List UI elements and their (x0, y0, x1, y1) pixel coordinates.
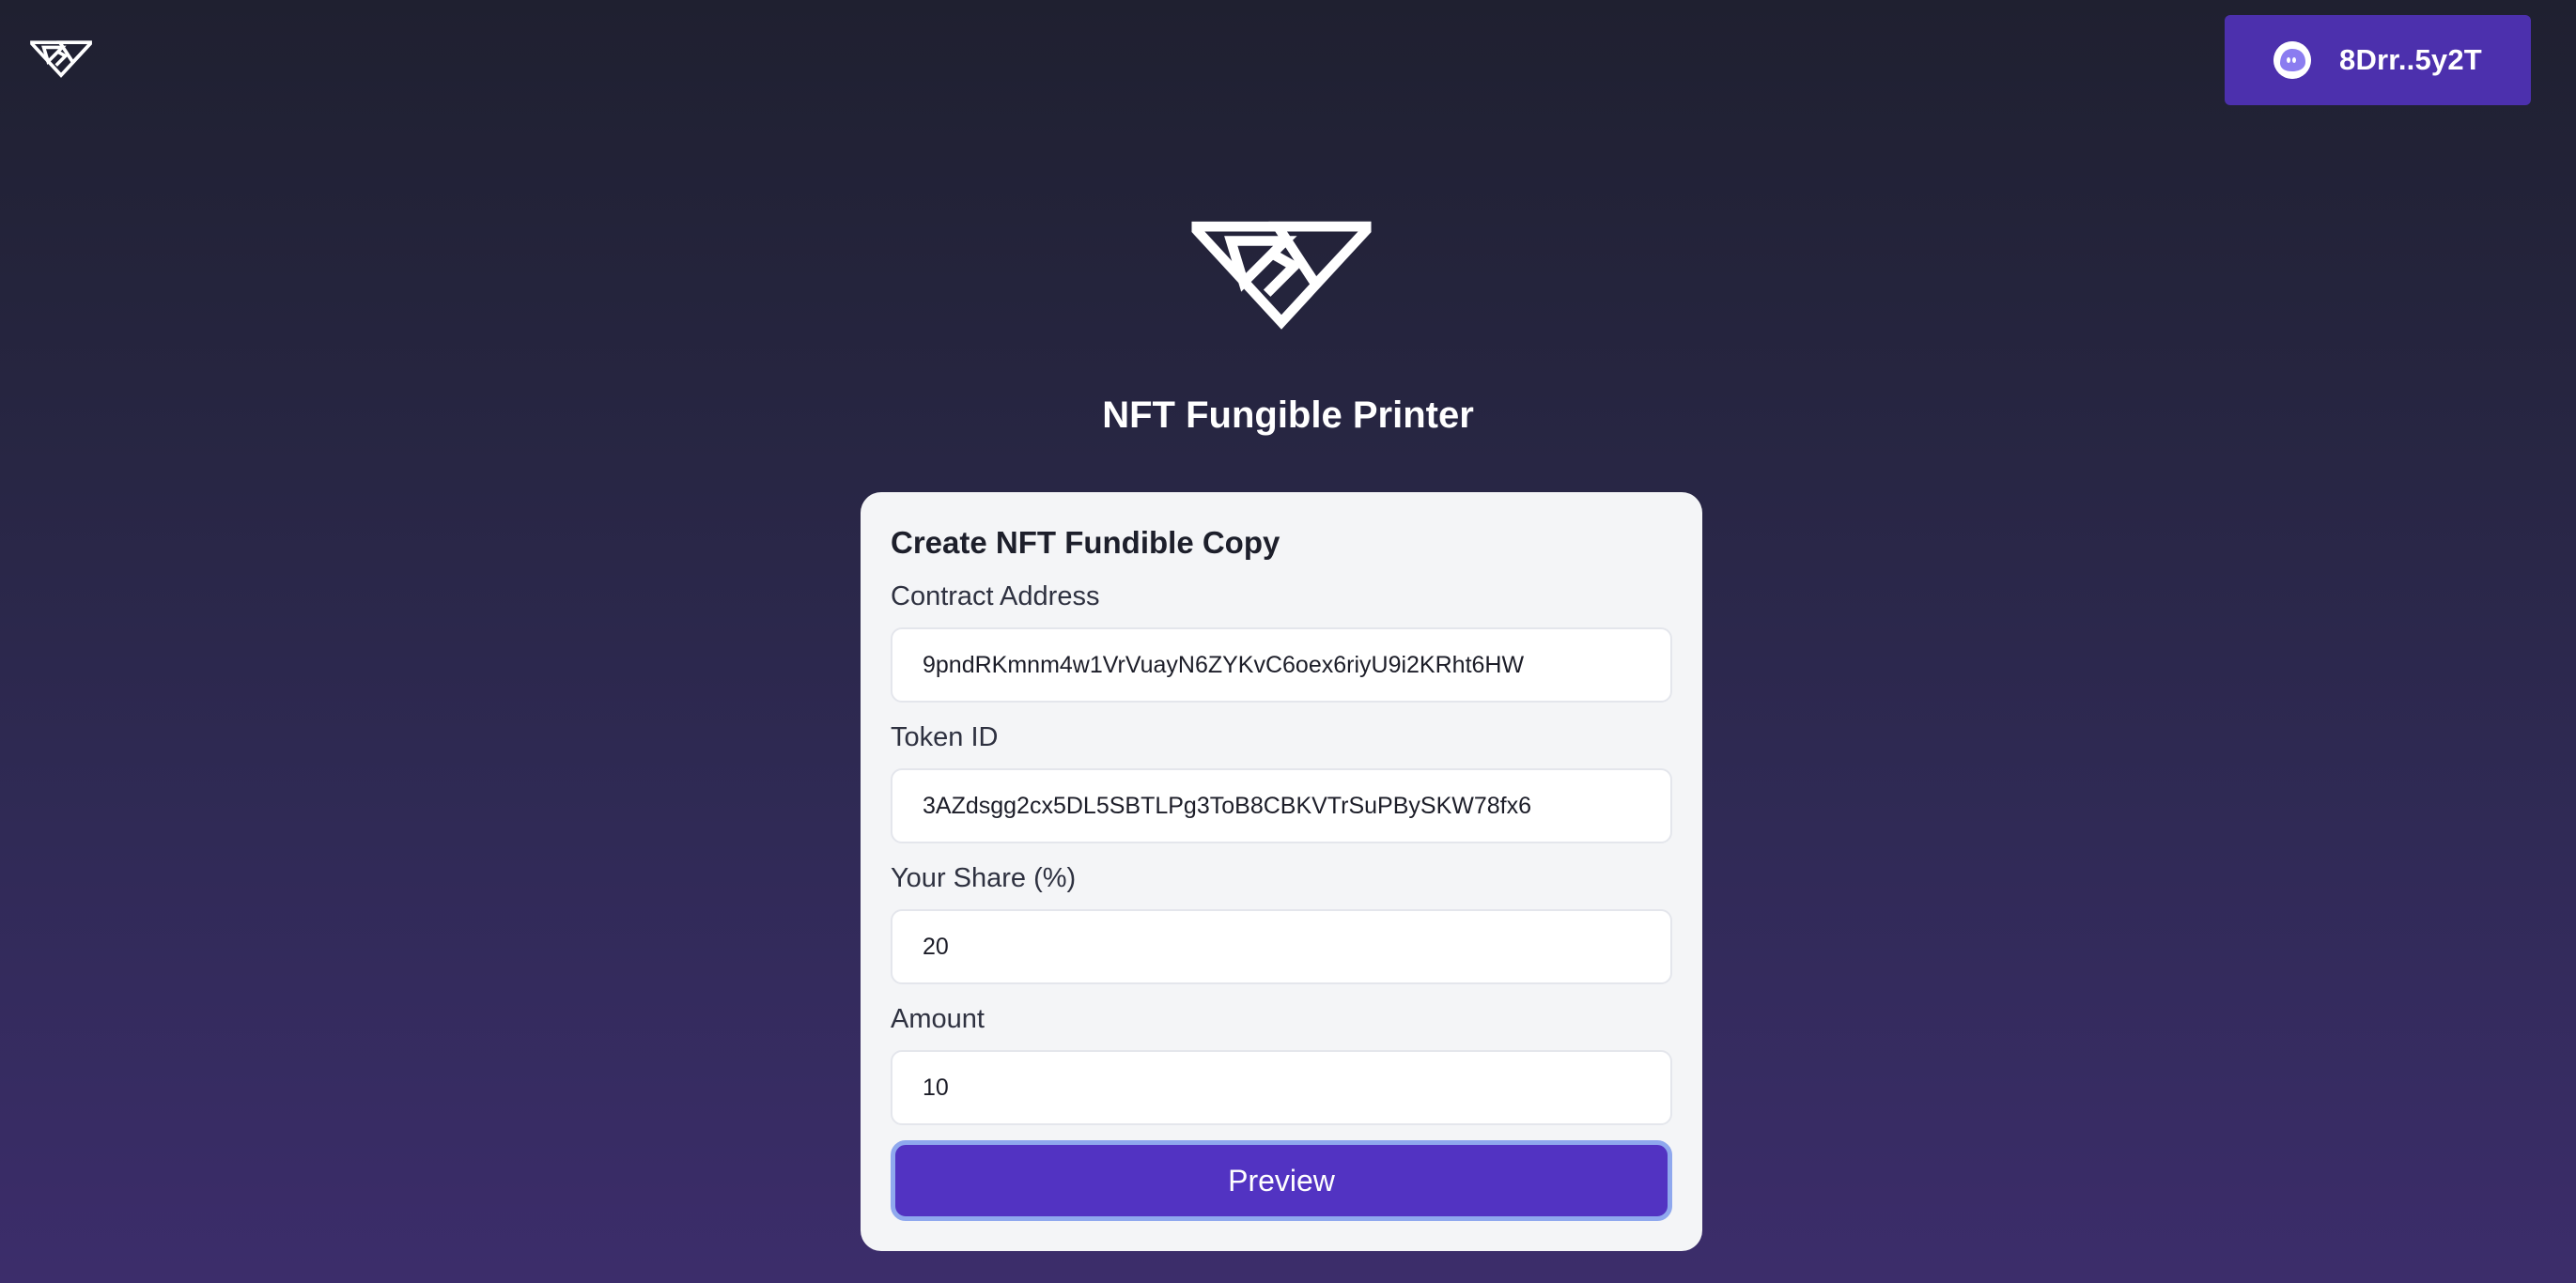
amount-label: Amount (891, 1004, 985, 1034)
ghost-icon (2273, 41, 2311, 79)
amount-input[interactable] (891, 1050, 1672, 1125)
wallet-address-label: 8Drr..5y2T (2339, 43, 2482, 76)
token-id-input[interactable] (891, 768, 1672, 843)
token-id-label: Token ID (891, 722, 999, 752)
page-title: NFT Fungible Printer (1102, 394, 1474, 436)
preview-button[interactable]: Preview (891, 1140, 1672, 1221)
share-percent-input[interactable] (891, 909, 1672, 984)
contract-address-label: Contract Address (891, 581, 1100, 611)
create-copy-form-card: Create NFT Fundible Copy Contract Addres… (861, 492, 1702, 1251)
contract-address-input[interactable] (891, 627, 1672, 703)
wallet-button[interactable]: 8Drr..5y2T (2225, 15, 2531, 105)
diamond-logo-icon (1191, 221, 1372, 330)
share-percent-label: Your Share (%) (891, 863, 1077, 893)
diamond-logo-icon[interactable] (30, 38, 92, 81)
form-title: Create NFT Fundible Copy (891, 525, 1280, 560)
